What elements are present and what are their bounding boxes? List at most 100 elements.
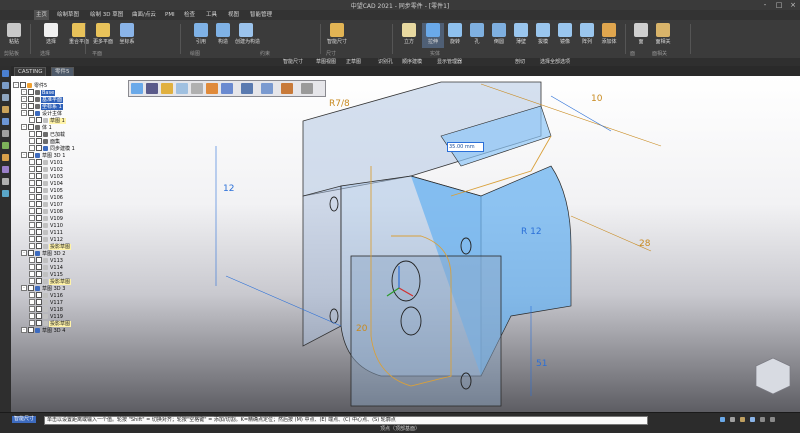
menu-home[interactable]: 主页 — [34, 10, 50, 20]
tree-item[interactable]: 已加载 — [29, 131, 66, 138]
expand-toggle[interactable] — [29, 145, 35, 151]
visibility-checkbox[interactable] — [36, 159, 42, 165]
tree-item[interactable]: V103 — [29, 173, 64, 180]
expand-toggle[interactable]: - — [21, 327, 27, 333]
visibility-checkbox[interactable] — [36, 229, 42, 235]
tree-item[interactable]: - 草图 3D 4 — [21, 327, 66, 334]
ribbon-revolve-button[interactable]: 旋转 — [444, 23, 466, 48]
relations-icon[interactable] — [2, 142, 9, 149]
tree-item[interactable]: - 体 1 — [21, 124, 53, 131]
menu-sketch[interactable]: 绘制草图 — [55, 10, 81, 20]
tree-item[interactable]: V117 — [29, 299, 64, 306]
features-icon[interactable] — [2, 106, 9, 113]
tree-item[interactable]: V102 — [29, 166, 64, 173]
tree-item[interactable]: - 草图 3D 3 — [21, 285, 66, 292]
ribbon-reference-button[interactable]: 引用 — [190, 23, 212, 48]
library-icon[interactable] — [2, 94, 9, 101]
tree-item[interactable]: 草图 1 — [29, 117, 66, 124]
menu-surface[interactable]: 曲面/点云 — [130, 10, 158, 20]
tree-item[interactable]: 投影草图 — [29, 278, 72, 285]
view-icon[interactable] — [760, 417, 765, 422]
ribbon-paste-button[interactable]: 粘贴 — [3, 23, 25, 48]
visibility-checkbox[interactable] — [28, 89, 34, 95]
expand-toggle[interactable]: - — [21, 110, 27, 116]
visibility-checkbox[interactable] — [36, 187, 42, 193]
ribbon-cube-button[interactable]: 立方 — [398, 23, 420, 48]
expand-toggle[interactable] — [29, 194, 35, 200]
grid-icon[interactable] — [770, 417, 775, 422]
expand-toggle[interactable] — [29, 173, 35, 179]
visibility-checkbox[interactable] — [28, 250, 34, 256]
tree-item[interactable]: V108 — [29, 208, 64, 215]
expand-toggle[interactable] — [29, 229, 35, 235]
tree-item[interactable]: V111 — [29, 229, 64, 236]
visibility-checkbox[interactable] — [36, 166, 42, 172]
command-bar-item[interactable]: 草图视图 — [316, 58, 336, 66]
tree-item[interactable]: - 设计主体 — [21, 110, 63, 117]
tree-item[interactable]: 面集 — [29, 138, 61, 145]
color-icon[interactable] — [281, 83, 293, 94]
visibility-checkbox[interactable] — [36, 299, 42, 305]
tree-item[interactable]: - 草图 3D 1 — [21, 152, 66, 159]
tree-item[interactable]: V105 — [29, 187, 64, 194]
ribbon-pattern-button[interactable]: 阵列 — [576, 23, 598, 48]
pan-icon[interactable] — [740, 417, 745, 422]
visibility-checkbox[interactable] — [28, 124, 34, 130]
expand-toggle[interactable]: - — [13, 82, 19, 88]
tree-item[interactable]: V114 — [29, 264, 64, 271]
close-button[interactable]: × — [786, 0, 800, 10]
ribbon-mirror-button[interactable]: 镜像 — [554, 23, 576, 48]
tree-item[interactable]: V118 — [29, 306, 64, 313]
pathfinder-icon[interactable] — [2, 70, 9, 77]
expand-toggle[interactable]: - — [21, 250, 27, 256]
ribbon-face-relate-button[interactable]: 面相关 — [652, 23, 674, 48]
expand-toggle[interactable] — [29, 222, 35, 228]
menu-pmi[interactable]: PMI — [163, 10, 177, 20]
pan-icon[interactable] — [191, 83, 203, 94]
tree-item[interactable]: V112 — [29, 236, 64, 243]
visibility-checkbox[interactable] — [36, 243, 42, 249]
command-bar-item[interactable]: 正草图 — [346, 58, 361, 66]
ribbon-create-as-construct-button[interactable]: 创建为构造 — [235, 23, 260, 48]
tree-item[interactable]: - 草图 3D 2 — [21, 250, 66, 257]
dimension-input[interactable]: 35.00 mm — [447, 142, 484, 152]
expand-toggle[interactable]: - — [21, 96, 27, 102]
visibility-checkbox[interactable] — [36, 306, 42, 312]
ribbon-draft-button[interactable]: 拔模 — [532, 23, 554, 48]
visibility-checkbox[interactable] — [36, 215, 42, 221]
expand-toggle[interactable] — [29, 117, 35, 123]
tree-item[interactable]: - Base — [21, 89, 56, 96]
visibility-checkbox[interactable] — [36, 180, 42, 186]
expand-toggle[interactable] — [29, 257, 35, 263]
pmi-icon[interactable] — [2, 154, 9, 161]
expand-toggle[interactable] — [29, 243, 35, 249]
visibility-checkbox[interactable] — [28, 285, 34, 291]
ribbon-select-arrow-button[interactable]: 选择 — [40, 23, 62, 48]
visibility-checkbox[interactable] — [36, 222, 42, 228]
visibility-checkbox[interactable] — [36, 145, 42, 151]
ribbon-coincident-plane-button[interactable]: 重合平面 — [68, 23, 90, 48]
zoom-icon[interactable] — [730, 417, 735, 422]
expand-toggle[interactable]: - — [21, 89, 27, 95]
tree-item[interactable]: V115 — [29, 271, 64, 278]
display-icon[interactable] — [241, 83, 253, 94]
sensor-icon[interactable] — [2, 118, 9, 125]
visibility-checkbox[interactable] — [20, 82, 26, 88]
tree-item[interactable]: V110 — [29, 222, 64, 229]
expand-toggle[interactable] — [29, 271, 35, 277]
section-icon[interactable] — [221, 83, 233, 94]
menu-smart-manage[interactable]: 智能管理 — [248, 10, 274, 20]
expand-toggle[interactable] — [29, 166, 35, 172]
command-bar-item[interactable]: 选择全部选项 — [540, 58, 570, 66]
ribbon-smart-dimension-button[interactable]: 智能尺寸 — [326, 23, 348, 48]
visibility-checkbox[interactable] — [36, 313, 42, 319]
ribbon-add-body-button[interactable]: 添加体 — [598, 23, 620, 48]
expand-toggle[interactable] — [29, 313, 35, 319]
rotate-icon[interactable] — [750, 417, 755, 422]
tree-item[interactable]: V104 — [29, 180, 64, 187]
menu-view[interactable]: 视图 — [226, 10, 241, 20]
menu-3d-sketch[interactable]: 绘制 3D 草图 — [88, 10, 125, 20]
minimize-button[interactable]: - — [758, 0, 772, 10]
visibility-checkbox[interactable] — [28, 110, 34, 116]
ribbon-hole-button[interactable]: 孔 — [466, 23, 488, 48]
